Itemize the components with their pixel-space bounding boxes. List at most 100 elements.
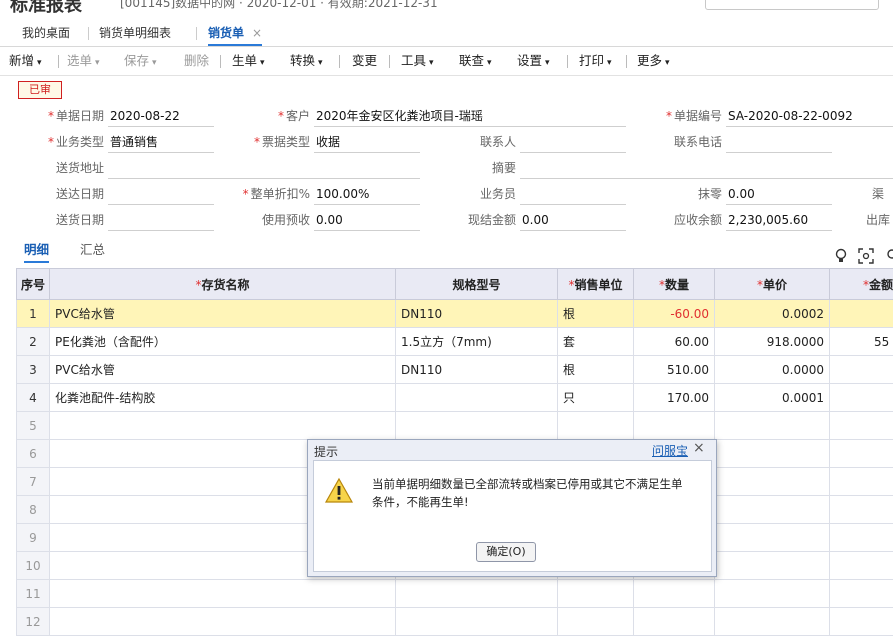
cell-price[interactable] xyxy=(714,439,830,468)
col-unit[interactable]: *销售单位 xyxy=(557,268,634,300)
new-button[interactable]: 新增 ▾ xyxy=(9,47,42,75)
select-button[interactable]: 选单 ▾ xyxy=(67,47,100,75)
save-button[interactable]: 保存 ▾ xyxy=(124,47,157,75)
cell-amount[interactable] xyxy=(829,579,893,608)
tab-sales-detail-report[interactable]: 销货单明细表 xyxy=(99,20,171,46)
table-row[interactable]: 11 xyxy=(16,579,893,608)
col-spec[interactable]: 规格型号 xyxy=(395,268,558,300)
generate-button[interactable]: 生单 ▾ xyxy=(232,47,265,75)
cell-price[interactable] xyxy=(714,495,830,524)
cell-unit[interactable]: 根 xyxy=(557,299,634,328)
doc-no-field[interactable]: SA-2020-08-22-0092 xyxy=(726,106,893,127)
phone-field[interactable] xyxy=(726,132,832,153)
cell-price[interactable]: 0.0000 xyxy=(714,355,830,384)
cell-amount[interactable]: 55 xyxy=(829,327,893,356)
location-icon[interactable] xyxy=(884,248,893,264)
cell-spec[interactable] xyxy=(395,579,558,608)
cell-price[interactable] xyxy=(714,467,830,496)
doc-date-field[interactable]: 2020-08-22 xyxy=(108,106,214,127)
cell-name[interactable] xyxy=(49,607,396,636)
cell-amount[interactable] xyxy=(829,383,893,412)
change-button[interactable]: 变更 xyxy=(352,47,377,75)
cell-amount[interactable] xyxy=(829,551,893,580)
table-row[interactable]: 3 PVC给水管 DN110 根 510.00 0.0000 xyxy=(16,355,893,384)
delete-button[interactable]: 删除 xyxy=(184,47,209,75)
cell-qty[interactable]: -60.00 xyxy=(633,299,715,328)
cell-amount[interactable] xyxy=(829,411,893,440)
cell-amount[interactable] xyxy=(829,439,893,468)
cell-spec[interactable] xyxy=(395,383,558,412)
receivable-field[interactable]: 2,230,005.60 xyxy=(726,210,832,231)
col-name[interactable]: *存货名称 xyxy=(49,268,396,300)
cell-name[interactable]: PVC给水管 xyxy=(49,299,396,328)
col-amount[interactable]: *金额 xyxy=(829,268,893,300)
cell-amount[interactable] xyxy=(829,299,893,328)
cell-unit[interactable]: 根 xyxy=(557,355,634,384)
biz-type-field[interactable]: 普通销售 xyxy=(108,132,214,153)
more-button[interactable]: 更多 ▾ xyxy=(637,47,670,75)
cell-spec[interactable] xyxy=(395,607,558,636)
cell-price[interactable]: 0.0002 xyxy=(714,299,830,328)
cell-unit[interactable]: 套 xyxy=(557,327,634,356)
cell-spec[interactable]: DN110 xyxy=(395,299,558,328)
memo-field[interactable] xyxy=(520,158,893,179)
cell-name[interactable]: PVC给水管 xyxy=(49,355,396,384)
arrive-date-field[interactable] xyxy=(108,184,214,205)
cell-price[interactable] xyxy=(714,523,830,552)
discount-field[interactable]: 100.00% xyxy=(314,184,420,205)
cell-price[interactable] xyxy=(714,411,830,440)
convert-button[interactable]: 转换 ▾ xyxy=(290,47,323,75)
cell-spec[interactable]: 1.5立方（7mm) xyxy=(395,327,558,356)
cell-amount[interactable] xyxy=(829,523,893,552)
table-row[interactable]: 4 化粪池配件-结构胶 只 170.00 0.0001 xyxy=(16,383,893,412)
settings-button[interactable]: 设置 ▾ xyxy=(517,47,550,75)
cell-price[interactable] xyxy=(714,607,830,636)
tab-summary[interactable]: 汇总 xyxy=(80,239,105,258)
salesman-field[interactable] xyxy=(520,184,626,205)
cell-qty[interactable] xyxy=(633,579,715,608)
prepay-field[interactable]: 0.00 xyxy=(314,210,420,231)
lightbulb-icon[interactable] xyxy=(833,248,849,264)
col-qty[interactable]: *数量 xyxy=(633,268,715,300)
cell-amount[interactable] xyxy=(829,607,893,636)
tab-sales-order[interactable]: 销货单 × xyxy=(208,20,263,46)
cell-amount[interactable] xyxy=(829,355,893,384)
cell-qty[interactable]: 510.00 xyxy=(633,355,715,384)
cell-qty[interactable] xyxy=(633,411,715,440)
cell-unit[interactable] xyxy=(557,411,634,440)
help-link[interactable]: 问服宝 xyxy=(652,442,688,459)
cell-amount[interactable] xyxy=(829,495,893,524)
ship-date-field[interactable] xyxy=(108,210,214,231)
cell-name[interactable] xyxy=(49,411,396,440)
ship-addr-field[interactable] xyxy=(108,158,420,179)
col-price[interactable]: *单价 xyxy=(714,268,830,300)
cell-price[interactable]: 918.0000 xyxy=(714,327,830,356)
linked-query-button[interactable]: 联查 ▾ xyxy=(459,47,492,75)
cell-name[interactable]: 化粪池配件-结构胶 xyxy=(49,383,396,412)
cell-unit[interactable]: 只 xyxy=(557,383,634,412)
cell-unit[interactable] xyxy=(557,579,634,608)
close-icon[interactable]: × xyxy=(693,440,705,456)
cell-price[interactable] xyxy=(714,579,830,608)
print-button[interactable]: 打印 ▾ xyxy=(579,47,612,75)
table-row[interactable]: 5 xyxy=(16,411,893,440)
cell-price[interactable]: 0.0001 xyxy=(714,383,830,412)
table-row[interactable]: 2 PE化粪池（含配件） 1.5立方（7mm) 套 60.00 918.0000… xyxy=(16,327,893,356)
cell-spec[interactable] xyxy=(395,411,558,440)
cell-unit[interactable] xyxy=(557,607,634,636)
cell-name[interactable]: PE化粪池（含配件） xyxy=(49,327,396,356)
table-row[interactable]: 12 xyxy=(16,607,893,636)
cell-qty[interactable]: 170.00 xyxy=(633,383,715,412)
cell-qty[interactable] xyxy=(633,607,715,636)
cell-qty[interactable]: 60.00 xyxy=(633,327,715,356)
close-icon[interactable]: × xyxy=(252,26,262,40)
tab-desktop[interactable]: 我的桌面 xyxy=(22,20,70,46)
tab-detail[interactable]: 明细 xyxy=(24,239,50,263)
invoice-type-field[interactable]: 收据 xyxy=(314,132,420,153)
ok-button[interactable]: 确定(O) xyxy=(476,542,536,562)
table-row[interactable]: 1 PVC给水管 DN110 根 -60.00 0.0002 xyxy=(16,299,893,328)
cell-name[interactable] xyxy=(49,579,396,608)
cash-field[interactable]: 0.00 xyxy=(520,210,626,231)
customer-field[interactable]: 2020年金安区化粪池项目-瑞瑶 xyxy=(314,106,626,127)
tools-button[interactable]: 工具 ▾ xyxy=(401,47,434,75)
